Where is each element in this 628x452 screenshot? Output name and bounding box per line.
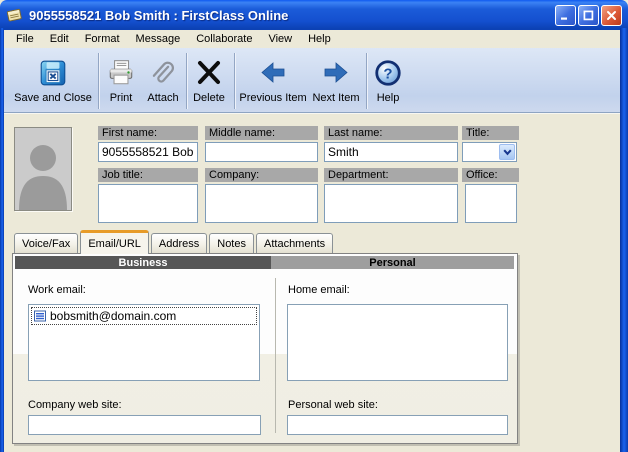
- window-title: 9055558521 Bob Smith : FirstClass Online: [29, 8, 555, 23]
- print-label: Print: [110, 92, 133, 104]
- next-item-button[interactable]: Next Item: [308, 54, 364, 108]
- company-input[interactable]: [205, 184, 318, 223]
- chevron-down-icon[interactable]: [499, 144, 515, 160]
- menu-help[interactable]: Help: [300, 31, 339, 47]
- work-email-label: Work email:: [28, 284, 86, 296]
- middle-name-input[interactable]: [205, 142, 318, 162]
- last-name-label: Last name:: [324, 126, 458, 140]
- title-select[interactable]: [462, 142, 517, 162]
- department-label: Department:: [324, 168, 458, 182]
- section-headers: Business Personal: [15, 256, 514, 269]
- office-label: Office:: [462, 168, 519, 182]
- personal-web-site-label: Personal web site:: [288, 399, 378, 411]
- attach-label: Attach: [147, 92, 178, 104]
- toolbar-separator: [186, 53, 187, 109]
- job-title-label: Job title:: [98, 168, 198, 182]
- help-question-icon: ?: [373, 54, 403, 92]
- svg-text:?: ?: [383, 65, 392, 82]
- toolbar-separator: [234, 53, 235, 109]
- work-email-text: bobsmith@domain.com: [50, 309, 176, 323]
- department-input[interactable]: [324, 184, 458, 223]
- contact-card-icon: [6, 7, 23, 23]
- maximize-button[interactable]: [578, 5, 599, 26]
- menu-file[interactable]: File: [8, 31, 42, 47]
- arrow-right-icon: [322, 54, 350, 92]
- personal-web-site-input[interactable]: [287, 415, 508, 435]
- middle-name-label: Middle name:: [205, 126, 318, 140]
- previous-item-label: Previous Item: [239, 92, 306, 104]
- business-section-header[interactable]: Business: [15, 256, 271, 269]
- arrow-left-icon: [259, 54, 287, 92]
- work-email-list[interactable]: bobsmith@domain.com: [28, 304, 260, 381]
- save-and-close-button[interactable]: Save and Close: [10, 54, 96, 108]
- delete-button[interactable]: Delete: [188, 54, 230, 108]
- minimize-button[interactable]: [555, 5, 576, 26]
- company-label: Company:: [205, 168, 318, 182]
- first-name-label: First name:: [98, 126, 198, 140]
- save-close-disk-icon: [38, 54, 68, 92]
- contact-photo-placeholder[interactable]: [14, 127, 72, 211]
- menu-message[interactable]: Message: [128, 31, 189, 47]
- tab-notes[interactable]: Notes: [209, 233, 254, 253]
- work-email-item[interactable]: bobsmith@domain.com: [31, 307, 257, 325]
- home-email-label: Home email:: [288, 284, 350, 296]
- email-address-icon: [34, 310, 46, 322]
- menu-format[interactable]: Format: [77, 31, 128, 47]
- toolbar-separator: [98, 53, 99, 109]
- email-url-panel: Business Personal Work email: bobsmith@d…: [12, 253, 518, 444]
- company-web-site-label: Company web site:: [28, 399, 122, 411]
- tab-bar: Voice/Fax Email/URL Address Notes Attach…: [4, 229, 335, 253]
- menu-collaborate[interactable]: Collaborate: [188, 31, 260, 47]
- menu-edit[interactable]: Edit: [42, 31, 77, 47]
- previous-item-button[interactable]: Previous Item: [238, 54, 308, 108]
- personal-section-header[interactable]: Personal: [271, 256, 514, 269]
- attach-button[interactable]: Attach: [142, 54, 184, 108]
- toolbar: Save and Close Print: [4, 48, 620, 113]
- tab-attachments[interactable]: Attachments: [256, 233, 333, 253]
- next-item-label: Next Item: [312, 92, 359, 104]
- tab-email-url[interactable]: Email/URL: [80, 230, 149, 254]
- last-name-input[interactable]: [324, 142, 458, 162]
- job-title-input[interactable]: [98, 184, 198, 223]
- printer-icon: [106, 54, 136, 92]
- menubar: File Edit Format Message Collaborate Vie…: [4, 30, 620, 48]
- save-and-close-label: Save and Close: [14, 92, 92, 104]
- company-web-site-input[interactable]: [28, 415, 261, 435]
- help-label: Help: [377, 92, 400, 104]
- delete-x-icon: [195, 54, 223, 92]
- column-divider: [275, 278, 276, 433]
- close-button[interactable]: [601, 5, 622, 26]
- office-input[interactable]: [465, 184, 517, 223]
- titlebar[interactable]: 9055558521 Bob Smith : FirstClass Online: [0, 0, 628, 30]
- silhouette-icon: [15, 128, 71, 210]
- title-label: Title:: [462, 126, 519, 140]
- home-email-list[interactable]: [287, 304, 508, 381]
- firstclass-contact-window: 9055558521 Bob Smith : FirstClass Online…: [0, 0, 628, 452]
- window-border-right: [620, 28, 628, 452]
- tab-address[interactable]: Address: [151, 233, 207, 253]
- print-button[interactable]: Print: [100, 54, 142, 108]
- help-button[interactable]: ? Help: [368, 54, 408, 108]
- menu-view[interactable]: View: [260, 31, 300, 47]
- delete-label: Delete: [193, 92, 225, 104]
- contact-header-form: First name: Middle name: Last name: Titl…: [4, 113, 620, 229]
- tab-voice-fax[interactable]: Voice/Fax: [14, 233, 78, 253]
- toolbar-separator: [366, 53, 367, 109]
- first-name-input[interactable]: [98, 142, 198, 162]
- paperclip-icon: [148, 54, 178, 92]
